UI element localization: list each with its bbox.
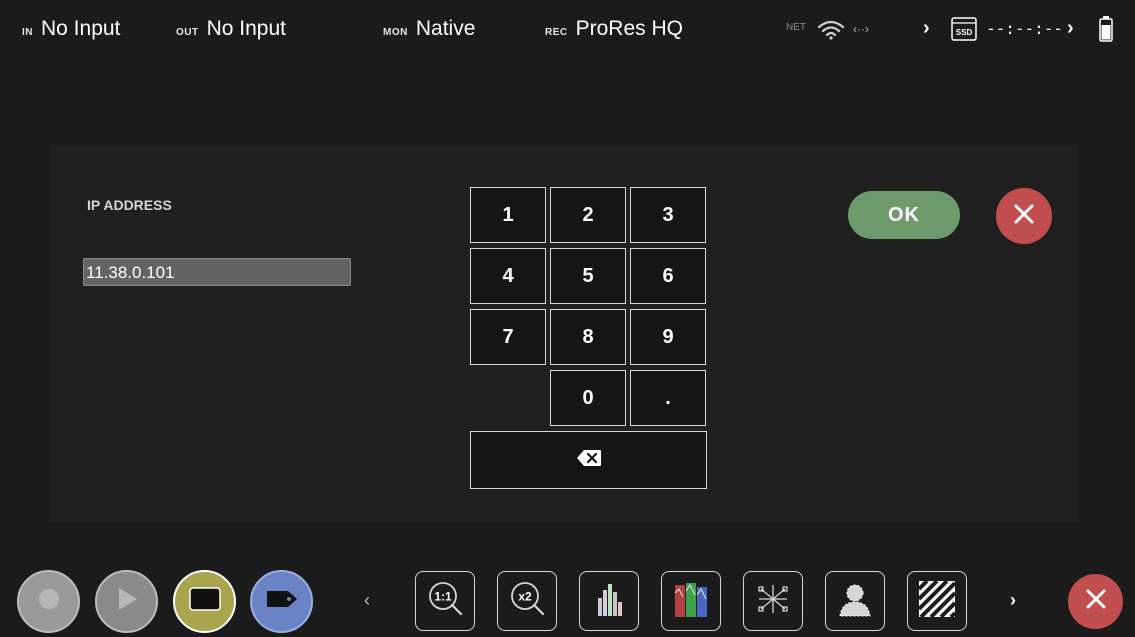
monitor-icon [188,587,221,616]
output-status[interactable]: OUT No Input [176,17,286,41]
close-icon [1085,588,1107,615]
tag-icon [266,589,298,614]
monitor-status[interactable]: MON Native [383,17,475,41]
chevron-left-icon[interactable]: ‹ [364,590,370,611]
false-color-icon [836,580,874,623]
zoom-x2-icon: x2 [505,577,549,626]
numeric-keypad: 1 2 3 4 5 6 7 8 9 0 . [470,187,708,491]
record-format-status[interactable]: REC ProRes HQ [545,17,683,41]
record-key: REC [545,27,568,38]
battery-icon [1099,16,1113,42]
chevron-right-icon[interactable]: › [1067,17,1074,40]
histogram-icon [592,580,626,623]
key-6[interactable]: 6 [630,248,706,304]
cancel-button[interactable] [996,188,1052,244]
tag-button[interactable] [250,570,313,633]
play-icon [116,587,138,616]
ip-address-field[interactable]: 11.38.0.101 [83,258,351,286]
input-value: No Input [41,17,121,40]
output-value: No Input [206,17,286,40]
zoom-1to1-icon: 1:1 [423,577,467,626]
record-button[interactable] [17,570,80,633]
key-9[interactable]: 9 [630,309,706,365]
key-7[interactable]: 7 [470,309,546,365]
waveform-button[interactable] [661,571,721,631]
wifi-icon[interactable] [817,20,845,45]
key-3[interactable]: 3 [630,187,706,243]
key-8[interactable]: 8 [550,309,626,365]
zoom-1to1-button[interactable]: 1:1 [415,571,475,631]
zebra-icon [917,579,957,624]
key-5[interactable]: 5 [550,248,626,304]
waveform-icon [673,579,709,624]
record-value: ProRes HQ [575,17,683,40]
vectorscope-button[interactable] [743,571,803,631]
vectorscope-icon [755,581,791,622]
input-status[interactable]: IN No Input [22,17,120,41]
false-color-button[interactable] [825,571,885,631]
key-4[interactable]: 4 [470,248,546,304]
timecode: --:--:-- [986,19,1064,38]
monitor-key: MON [383,27,408,38]
ip-address-dialog: IP ADDRESS 11.38.0.101 1 2 3 4 5 6 7 8 9… [50,145,1078,522]
monitor-value: Native [415,17,476,40]
ip-address-label: IP ADDRESS [87,197,172,213]
ssd-icon[interactable]: SSD [951,17,977,41]
zoom-1to1-label: 1:1 [434,589,452,603]
key-0[interactable]: 0 [550,370,626,426]
input-key: IN [22,27,33,38]
zoom-x2-label: x2 [518,589,532,603]
key-1[interactable]: 1 [470,187,546,243]
network-arrows-icon: ‹··› [853,22,869,36]
close-menu-button[interactable] [1068,574,1123,629]
backspace-button[interactable] [470,431,707,489]
play-button[interactable] [95,570,158,633]
monitor-mode-button[interactable] [173,570,236,633]
chevron-right-icon[interactable]: › [923,17,930,40]
status-bar: IN No Input OUT No Input MON Native REC … [0,0,1135,64]
ssd-label: SSD [956,28,973,37]
key-dot[interactable]: . [630,370,706,426]
ok-button[interactable]: OK [848,191,960,239]
backspace-icon [576,449,601,472]
zoom-x2-button[interactable]: x2 [497,571,557,631]
histogram-button[interactable] [579,571,639,631]
zebra-button[interactable] [907,571,967,631]
record-icon [38,588,60,615]
key-2[interactable]: 2 [550,187,626,243]
output-key: OUT [176,27,199,38]
net-label: NET [786,22,806,33]
close-icon [1013,203,1035,230]
chevron-right-icon[interactable]: › [1010,590,1016,611]
